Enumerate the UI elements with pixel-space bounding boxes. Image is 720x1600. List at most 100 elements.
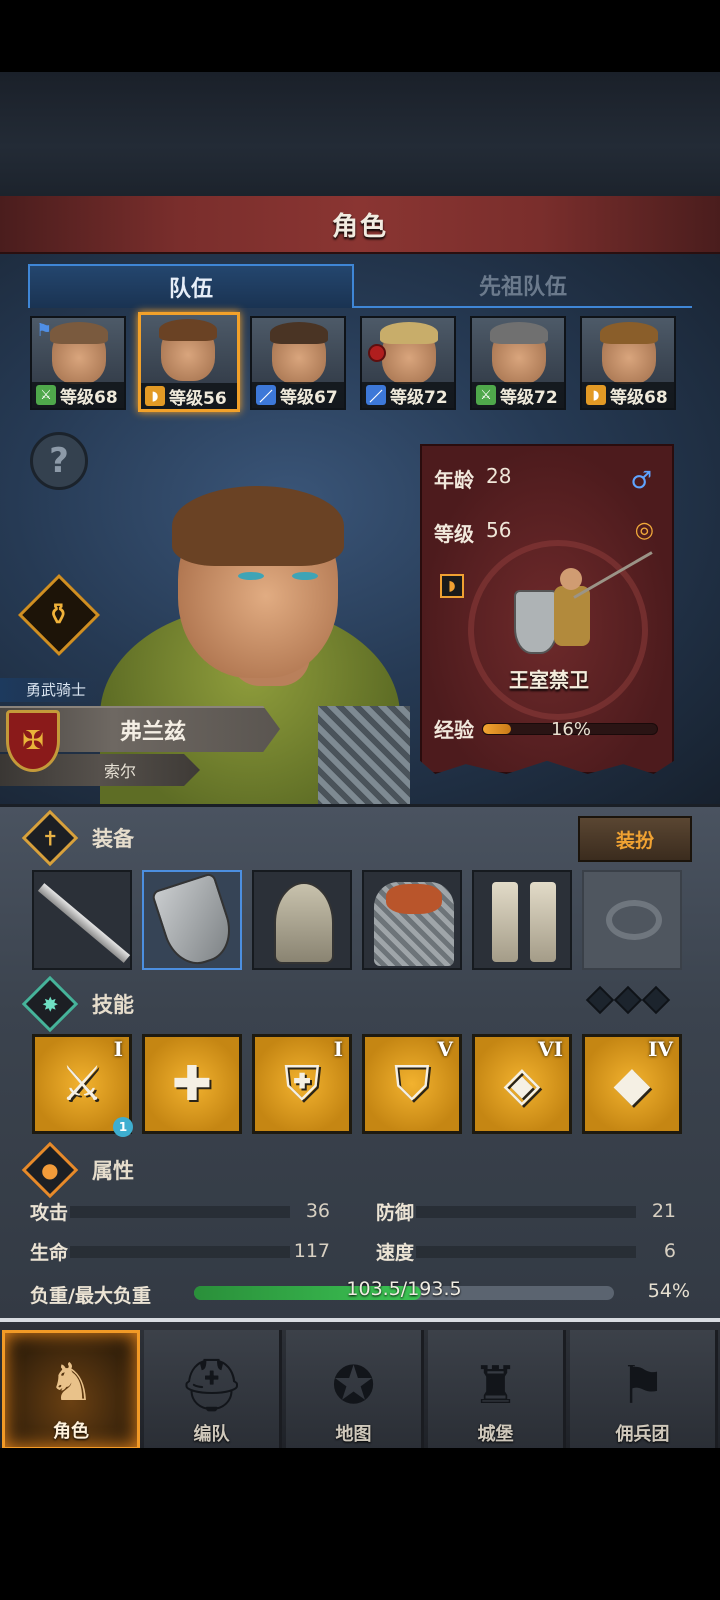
hp-label: 生命 [30,1241,69,1264]
skill-2[interactable]: ✚ [142,1034,242,1134]
skill-slots-indicator [585,985,671,1015]
skill-3[interactable]: ⛨ I [252,1034,352,1134]
party-member-5[interactable]: ⚔ 等级72 [470,316,566,410]
star-icon: ✸ [21,975,79,1033]
hp-value: 117 [293,1240,330,1262]
equip-slot-boots[interactable] [472,870,572,970]
unit-body [554,586,590,646]
unit-head [560,568,582,590]
helmet-icon [274,882,334,964]
party-member-1[interactable]: ⚑ ⚔ 等级68 [30,316,126,410]
skill-6[interactable]: ◆ IV [582,1034,682,1134]
exp-row: 经验 16% [434,714,658,743]
member-level: 等级68 [610,387,668,408]
cross-icon: ✝ [21,809,79,867]
attack-label: 攻击 [30,1201,69,1224]
attack-value: 36 [305,1200,330,1222]
party-member-3[interactable]: ／等级67 [250,316,346,410]
member-level: 等级56 [169,388,227,409]
ring-icon [606,900,662,940]
page-header: 角色 [0,196,720,254]
banner-icon: ⚑ [619,1356,666,1416]
member-level: 等级72 [390,387,448,408]
defense-value: 21 [651,1200,676,1222]
leader-flag-icon: ⚑ [36,320,53,341]
nav-mercenaries[interactable]: ⚑ 佣兵团 [570,1330,718,1450]
skill-rank: VI [538,1037,563,1061]
nav-label: 编队 [193,1424,230,1445]
member-hair [270,322,328,344]
top-background [0,72,720,196]
heal-plus-icon: ✚ [171,1056,213,1112]
skill-rank: I [113,1037,123,1061]
member-level: 等级67 [280,387,338,408]
member-level: 等级72 [500,387,558,408]
level-row: 等级 56 [434,518,511,547]
skill-4[interactable]: ⛉ V [362,1034,462,1134]
member-level-bar: ◗ 等级68 [582,382,674,408]
family-crest-icon[interactable]: ✠ [6,710,60,772]
skill-badge: 1 [113,1117,133,1137]
attributes-header: ● 属性 [21,1141,692,1199]
skill-rank: V [437,1037,453,1061]
defense-label: 防御 [376,1201,415,1224]
skill-1[interactable]: ⚔ I 1 [32,1034,133,1137]
nav-label: 角色 [53,1421,89,1442]
hero-eye-left [238,572,264,580]
exp-label: 经验 [434,718,474,742]
equip-slot-helmet[interactable] [252,870,352,970]
sword-icon: ／ [256,385,276,405]
shield-icon: ◗ [586,385,606,405]
question-icon: ? [49,441,69,481]
status-bar-area [0,0,720,72]
member-level: 等级68 [60,387,118,408]
shield-icon [150,871,240,973]
potion-icon: ⚱ [46,597,72,633]
unit-name: 王室禁卫 [509,668,589,692]
dress-up-button[interactable]: 装扮 [578,816,692,862]
equip-slot-ring[interactable] [582,870,682,970]
nav-map[interactable]: ✪ 地图 [286,1330,424,1450]
male-icon: ♂ [630,466,652,494]
diamond-icon [641,985,671,1015]
helmet-group-icon: ⛑ [178,1356,245,1416]
member-level-bar: ⚔ 等级72 [472,382,564,408]
hero-chainmail [318,706,410,804]
member-hair [600,322,658,344]
tab-ancestor-team[interactable]: 先祖队伍 [354,264,692,308]
party-member-4[interactable]: ／等级72 [360,316,456,410]
hero-eye-right [292,572,318,580]
sword-icon [37,883,131,963]
unit-figure [514,551,653,666]
crossed-swords-icon: ⚔ [36,385,56,405]
exp-percent: 16% [550,718,591,740]
member-hair [490,322,548,344]
member-level-bar: ⚔ 等级68 [32,382,124,408]
member-level-bar: ／等级72 [362,382,454,408]
unit-info-card: 年龄 28 ♂ 等级 56 ◎ ◗ 王室禁卫 经验 16% [420,444,674,774]
age-row: 年龄 28 [434,464,511,493]
nav-character[interactable]: ♞ 角色 [2,1330,140,1450]
castle-icon: ♜ [472,1356,519,1416]
load-value: 103.5/193.5 [346,1278,462,1300]
skills-title: 技能 [92,993,134,1017]
equip-slot-shield[interactable] [142,870,242,973]
skill-5[interactable]: ◈ VI [472,1034,572,1134]
level-label: 等级 [434,522,474,546]
hero-title: 勇武骑士 [0,678,98,702]
boots-icon [492,882,518,962]
wedding-rings-icon: ◎ [634,518,654,543]
nav-castle[interactable]: ♜ 城堡 [428,1330,566,1450]
nav-formation[interactable]: ⛑ 编队 [144,1330,282,1450]
equip-slot-weapon[interactable] [32,870,132,970]
party-member-6[interactable]: ◗ 等级68 [580,316,676,410]
tab-team[interactable]: 队伍 [28,264,354,308]
load-percent: 54% [647,1280,690,1302]
skill-rank: I [333,1037,343,1061]
attributes-title: 属性 [92,1159,134,1183]
member-hair [50,322,108,344]
party-member-2[interactable]: ◗ 等级56 [138,312,240,412]
boot-right [530,882,556,962]
equip-slot-armor[interactable] [362,870,462,970]
help-button[interactable]: ? [30,432,88,490]
